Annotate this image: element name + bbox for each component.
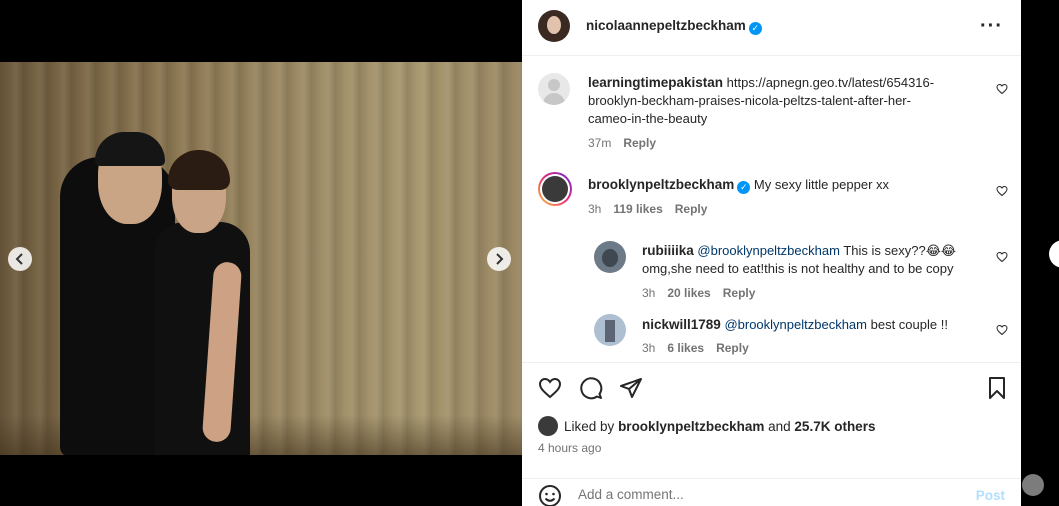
comment-icon[interactable] (579, 376, 605, 402)
default-avatar-body (543, 93, 565, 105)
reply-2-meta: 3h 6 likes Reply (642, 341, 749, 355)
reply-button[interactable]: Reply (623, 136, 656, 150)
reply-text: best couple !! (870, 317, 948, 332)
author-avatar[interactable] (538, 10, 570, 42)
comments-panel: nicolaannepeltzbeckham ✓ ··· learningtime… (522, 0, 1021, 506)
comment-text: My sexy little pepper xx (753, 177, 890, 192)
reply-avatar-image (605, 320, 615, 342)
share-icon[interactable] (619, 376, 645, 402)
previous-image-button[interactable] (8, 247, 32, 271)
commenter-avatar[interactable] (538, 73, 570, 105)
bookmark-icon[interactable] (985, 376, 1011, 402)
next-image-button[interactable] (487, 247, 511, 271)
comment-2-meta: 3h 119 likes Reply (588, 202, 707, 216)
reply-button[interactable]: Reply (723, 286, 756, 300)
reply-time[interactable]: 3h (642, 286, 655, 300)
comment-1: learningtimepakistan https://apnegn.geo.… (588, 74, 968, 128)
commenter-avatar-story-ring[interactable] (538, 172, 572, 206)
reply-1: rubiiiika @brooklynpeltzbeckham This is … (642, 242, 992, 278)
reply-text: This is sexy??😂😂 (843, 243, 957, 258)
comment-likes-count[interactable]: 119 likes (613, 202, 662, 216)
author-name-row: nicolaannepeltzbeckham ✓ (586, 17, 762, 35)
reply-username[interactable]: rubiiiika (642, 243, 694, 258)
comment-username[interactable]: learningtimepakistan (588, 75, 723, 90)
reply-username[interactable]: nickwill1789 (642, 317, 721, 332)
comment-time[interactable]: 37m (588, 136, 611, 150)
mention-link[interactable]: @brooklynpeltzbeckham (697, 243, 840, 258)
reply-likes-count[interactable]: 20 likes (667, 286, 710, 300)
reply-2: nickwill1789 @brooklynpeltzbeckham best … (642, 316, 992, 334)
post-timestamp[interactable]: 4 hours ago (538, 441, 601, 455)
mention-link[interactable]: @brooklynpeltzbeckham (724, 317, 867, 332)
comment-like-heart-icon[interactable] (996, 184, 1008, 197)
story-ring-inner (540, 174, 570, 204)
comment-like-heart-icon[interactable] (996, 82, 1008, 95)
reply-avatar[interactable] (594, 314, 626, 346)
verified-icon: ✓ (737, 181, 751, 194)
comment-2: brooklynpeltzbeckham ✓ My sexy little pep… (588, 176, 978, 194)
comment-username[interactable]: brooklynpeltzbeckham (588, 177, 734, 192)
reply-time[interactable]: 3h (642, 341, 655, 355)
likes-summary: Liked by brooklynpeltzbeckham and 25.7K … (564, 419, 875, 434)
chevron-right-icon (496, 253, 504, 265)
add-comment-input[interactable] (578, 487, 958, 502)
default-avatar-head (548, 79, 560, 91)
reply-avatar[interactable] (594, 241, 626, 273)
comment-text: https://apnegn.geo.tv/latest/654316- (726, 75, 935, 90)
more-icon[interactable]: ··· (980, 15, 1003, 38)
comment-time[interactable]: 3h (588, 202, 601, 216)
author-avatar-face (547, 16, 561, 34)
comment-1-meta: 37m Reply (588, 136, 656, 150)
emoji-icon[interactable] (538, 484, 564, 506)
reply-1-meta: 3h 20 likes Reply (642, 286, 755, 300)
reply-avatar-image (602, 249, 618, 267)
chevron-left-icon (15, 253, 23, 265)
author-username[interactable]: nicolaannepeltzbeckham (586, 18, 746, 33)
post-modal: nicolaannepeltzbeckham ✓ ··· learningtime… (0, 0, 1059, 506)
likes-prefix: Liked by (564, 419, 615, 434)
commenter-avatar-image (542, 176, 568, 202)
backdrop-avatar (1022, 474, 1044, 496)
likes-and: and (768, 419, 791, 434)
heart-icon[interactable] (538, 376, 564, 402)
liked-by-username[interactable]: brooklynpeltzbeckham (618, 419, 764, 434)
comment-text-line2: brooklyn-beckham-praises-nicola-peltzs-t… (588, 93, 911, 108)
reply-button[interactable]: Reply (716, 341, 749, 355)
liked-by-avatar[interactable] (538, 416, 558, 436)
reply-likes-count[interactable]: 6 likes (667, 341, 704, 355)
reply-like-heart-icon[interactable] (996, 250, 1008, 263)
reply-text-line2: omg,she need to eat!this is not healthy … (642, 261, 954, 276)
post-image[interactable] (0, 62, 522, 455)
likes-others-count[interactable]: 25.7K others (794, 419, 875, 434)
reply-like-heart-icon[interactable] (996, 323, 1008, 336)
comment-text-line3: cameo-in-the-beauty (588, 111, 708, 126)
post-header: nicolaannepeltzbeckham ✓ ··· (522, 0, 1021, 56)
reply-button[interactable]: Reply (675, 202, 708, 216)
post-comment-button[interactable]: Post (976, 488, 1005, 503)
verified-icon: ✓ (748, 22, 762, 35)
